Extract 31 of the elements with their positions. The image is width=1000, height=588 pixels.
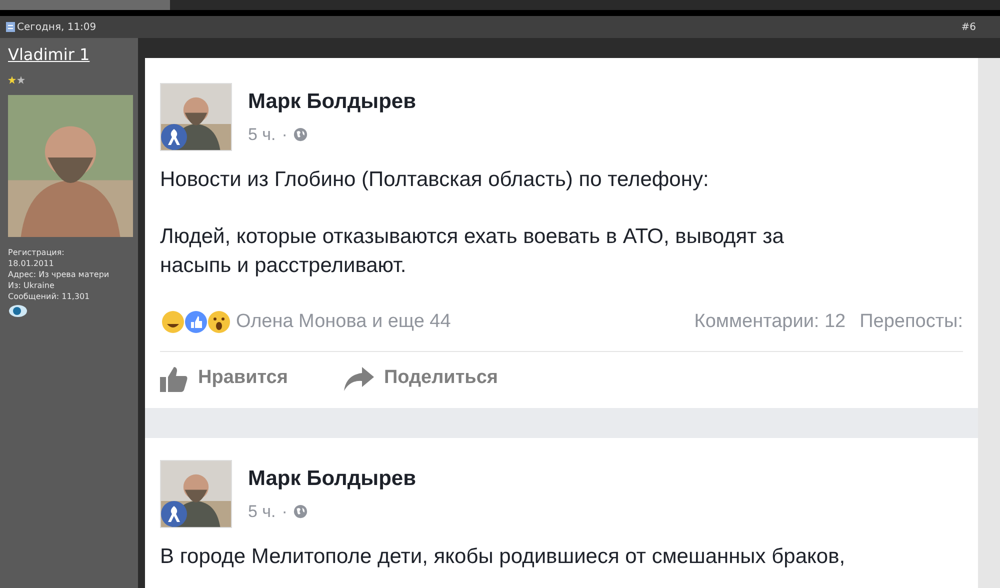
author-name[interactable]: Марк Болдырев xyxy=(248,464,416,492)
post-date: Сегодня, 11:09 xyxy=(17,20,96,34)
post-text: Людей, которые отказываются ехать воевать в АТО, выводят за насыпь и расстреливают. xyxy=(160,224,785,279)
like-button[interactable]: Нравится xyxy=(160,364,288,393)
reactions-text[interactable]: Олена Монова и еще 44 xyxy=(236,308,451,336)
reaction-icons[interactable] xyxy=(160,309,232,336)
user-detail: Регистрация: xyxy=(8,247,66,258)
user-detail: Адрес: Из чрева матери xyxy=(8,269,110,280)
user-detail: Из: Ukraine xyxy=(8,280,56,291)
status-icon xyxy=(8,303,28,317)
post-text: Новости из Глобино (Полтавская область) по телефону: xyxy=(160,167,710,193)
share-arrow-icon xyxy=(344,366,374,390)
globe-icon xyxy=(293,504,308,519)
user-detail: Сообщений: 11,301 xyxy=(8,291,91,302)
post-number[interactable]: #6 xyxy=(961,20,976,34)
post-time[interactable]: 5 ч. xyxy=(248,122,276,148)
author-name[interactable]: Марк Болдырев xyxy=(248,88,416,116)
separator-dot: · xyxy=(282,124,288,146)
username-link[interactable]: Vladimir 1 xyxy=(8,43,130,67)
shares-count[interactable]: Перепосты: xyxy=(860,308,963,336)
comments-count[interactable]: Комментарии: 12 xyxy=(694,308,846,336)
separator-dot: · xyxy=(282,500,288,522)
post-time[interactable]: 5 ч. xyxy=(248,498,276,524)
share-button[interactable]: Поделиться xyxy=(344,364,498,393)
thumbs-up-icon xyxy=(160,366,188,392)
ribbon-icon xyxy=(161,500,187,526)
globe-icon xyxy=(293,127,308,142)
user-detail: 18.01.2011 xyxy=(8,258,55,269)
document-icon xyxy=(6,22,15,32)
ribbon-icon xyxy=(161,124,187,150)
post-text: В городе Мелитополе дети, якобы родившиеся от смешанных браков, xyxy=(160,544,846,570)
